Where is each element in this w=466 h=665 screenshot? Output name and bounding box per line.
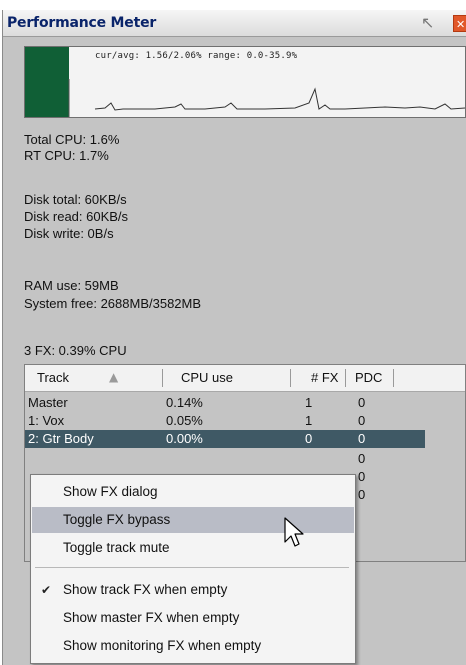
cpu-graph: cur/avg: 1.56/2.06% range: 0.0-35.9% [24, 46, 466, 118]
fx-count-cell: 0 [305, 431, 313, 446]
disk-total-text: Disk total: 60KB/s [24, 192, 127, 207]
column-header-fx-count[interactable]: # FX [311, 370, 338, 385]
table-row[interactable]: 1: Vox 0.05% 1 0 [25, 412, 465, 430]
menu-item-label: Show FX dialog [63, 484, 158, 499]
rt-cpu-text: RT CPU: 1.7% [24, 148, 109, 163]
column-divider[interactable] [393, 369, 394, 387]
close-icon[interactable]: ✕ [453, 15, 466, 32]
menu-item-show-monitoring-fx-when-empty[interactable]: Show monitoring FX when empty [32, 633, 354, 659]
pdc-cell: 0 [358, 413, 366, 428]
checkmark-icon: ✔ [41, 583, 52, 597]
fx-count-cell: 1 [305, 413, 313, 428]
track-name-cell: 2: Gtr Body [28, 431, 94, 446]
pdc-cell: 0 [358, 487, 366, 502]
column-divider[interactable] [290, 369, 291, 387]
column-header-pdc[interactable]: PDC [355, 370, 382, 385]
pin-icon[interactable]: ↖ [421, 13, 434, 32]
column-divider[interactable] [162, 369, 163, 387]
menu-item-show-fx-dialog[interactable]: Show FX dialog [32, 479, 354, 505]
pdc-cell: 0 [358, 451, 366, 466]
menu-item-label: Toggle track mute [63, 540, 170, 555]
table-header: Track ▲ CPU use # FX PDC [25, 365, 465, 392]
total-cpu-text: Total CPU: 1.6% [24, 132, 120, 147]
menu-item-label: Show track FX when empty [63, 582, 228, 597]
pdc-cell: 0 [358, 469, 366, 484]
fx-count-cell: 1 [305, 395, 313, 410]
pdc-cell: 0 [358, 395, 366, 410]
system-free-text: System free: 2688MB/3582MB [24, 296, 202, 311]
menu-item-show-master-fx-when-empty[interactable]: Show master FX when empty [32, 605, 354, 631]
disk-read-text: Disk read: 60KB/s [24, 209, 129, 224]
menu-separator [35, 567, 349, 568]
cpu-use-cell: 0.05% [166, 413, 203, 428]
menu-item-label: Show master FX when empty [63, 610, 240, 625]
window-title: Performance Meter [7, 15, 157, 31]
context-menu: Show FX dialog Toggle FX bypass Toggle t… [30, 474, 356, 664]
track-name-cell: 1: Vox [28, 413, 65, 428]
track-name-cell: Master [28, 395, 68, 410]
ram-use-text: RAM use: 59MB [24, 278, 119, 293]
column-divider[interactable] [345, 369, 346, 387]
disk-write-text: Disk write: 0B/s [24, 226, 114, 241]
cpu-graph-trace [68, 79, 465, 117]
table-row-selected[interactable]: 2: Gtr Body 0.00% 0 0 [25, 430, 425, 448]
sort-ascending-icon: ▲ [109, 370, 119, 384]
menu-item-show-track-fx-when-empty[interactable]: ✔ Show track FX when empty [32, 577, 354, 603]
pdc-cell: 0 [358, 431, 366, 446]
title-bar[interactable]: Performance Meter ↖ ✕ [3, 10, 466, 37]
column-header-track[interactable]: Track [37, 370, 69, 385]
cpu-use-cell: 0.00% [166, 431, 203, 446]
table-row[interactable]: 0 [25, 450, 465, 468]
table-row[interactable]: Master 0.14% 1 0 [25, 394, 465, 412]
menu-item-label: Show monitoring FX when empty [63, 638, 262, 653]
cpu-use-cell: 0.14% [166, 395, 203, 410]
mouse-cursor-icon [284, 517, 304, 547]
fx-cpu-text: 3 FX: 0.39% CPU [24, 343, 127, 358]
menu-item-label: Toggle FX bypass [63, 512, 171, 527]
column-header-cpu-use[interactable]: CPU use [181, 370, 233, 385]
